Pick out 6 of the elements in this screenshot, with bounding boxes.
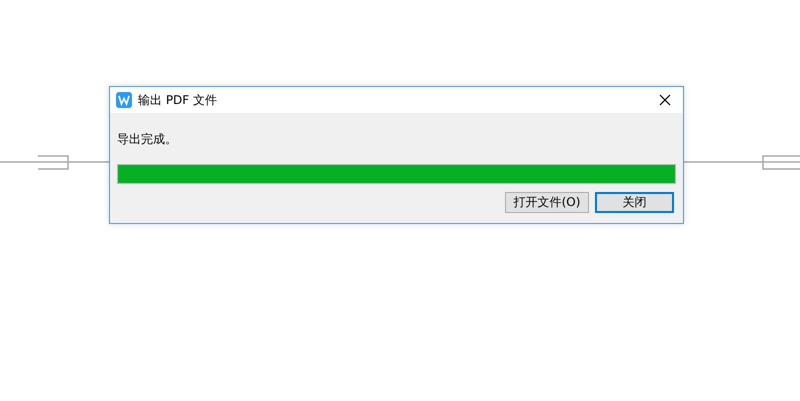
window-title: 输出 PDF 文件 [138, 92, 218, 108]
status-message: 导出完成。 [117, 131, 178, 147]
dialog-button[interactable]: 打开文件(O) [505, 192, 589, 213]
app-logo-icon [116, 92, 132, 108]
default-button[interactable]: 关闭 [595, 192, 674, 213]
close-icon [659, 94, 671, 106]
